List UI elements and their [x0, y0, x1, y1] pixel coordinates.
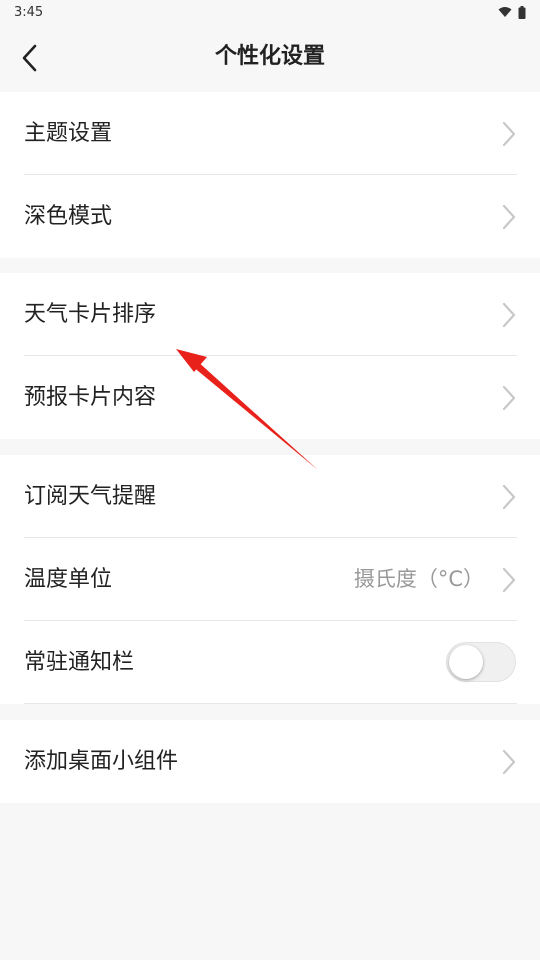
chevron-right-icon: [502, 121, 516, 147]
theme-settings-row[interactable]: 主题设置: [0, 92, 540, 175]
settings-group-cards: 天气卡片排序 预报卡片内容: [0, 273, 540, 439]
chevron-right-icon: [502, 302, 516, 328]
status-bar: 3:45: [0, 0, 540, 24]
battery-icon: [518, 5, 526, 19]
row-label: 订阅天气提醒: [24, 484, 157, 509]
add-widget-row[interactable]: 添加桌面小组件: [0, 720, 540, 803]
settings-group-widgets: 添加桌面小组件: [0, 720, 540, 803]
weather-card-order-row[interactable]: 天气卡片排序: [0, 273, 540, 356]
row-label: 温度单位: [24, 567, 113, 592]
row-label: 主题设置: [24, 121, 113, 146]
page-title: 个性化设置: [214, 44, 325, 69]
row-label: 深色模式: [24, 204, 113, 229]
settings-group-notifications: 订阅天气提醒 温度单位 摄氏度（°C） 常驻通知栏: [0, 455, 540, 704]
row-label: 添加桌面小组件: [24, 749, 179, 774]
chevron-right-icon: [502, 385, 516, 411]
weather-alert-subscription-row[interactable]: 订阅天气提醒: [0, 455, 540, 538]
chevron-right-icon: [502, 749, 516, 775]
temperature-unit-row[interactable]: 温度单位 摄氏度（°C）: [0, 538, 540, 621]
divider: [24, 703, 517, 704]
row-label: 常驻通知栏: [24, 650, 135, 675]
chevron-right-icon: [502, 204, 516, 230]
forecast-card-content-row[interactable]: 预报卡片内容: [0, 356, 540, 439]
dark-mode-row[interactable]: 深色模式: [0, 175, 540, 258]
toggle-knob: [449, 645, 483, 679]
wifi-icon: [498, 7, 512, 17]
settings-group-theme: 主题设置 深色模式: [0, 92, 540, 258]
status-icons: [498, 5, 526, 19]
chevron-right-icon: [502, 567, 516, 593]
status-time: 3:45: [14, 4, 44, 20]
persistent-notification-toggle[interactable]: [446, 642, 516, 682]
row-label: 预报卡片内容: [24, 385, 157, 410]
temperature-unit-value: 摄氏度（°C）: [353, 567, 484, 591]
row-label: 天气卡片排序: [24, 302, 157, 327]
chevron-right-icon: [502, 484, 516, 510]
persistent-notification-row: 常驻通知栏: [0, 621, 540, 704]
app-bar: 个性化设置: [0, 24, 540, 90]
